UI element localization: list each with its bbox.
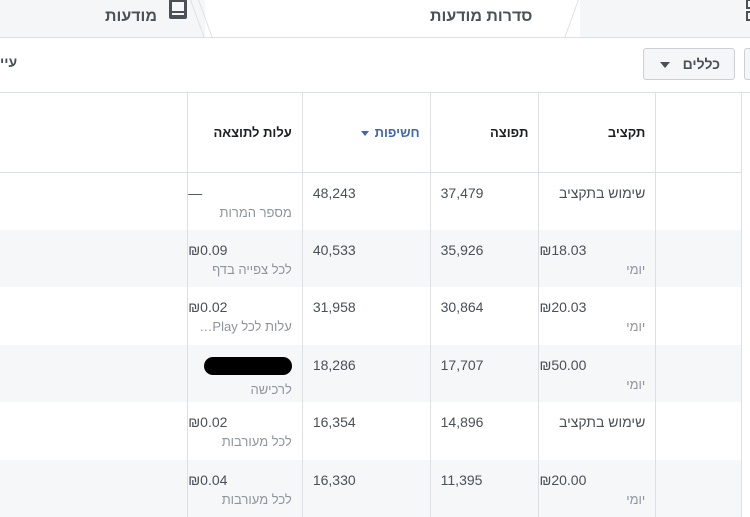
column-header-extra: [656, 93, 742, 172]
column-header-budget[interactable]: תקציב: [539, 93, 656, 172]
table-row[interactable]: ₪0.02לכל מעורבות 16,354 14,896 שימוש בתק…: [0, 402, 742, 460]
cell-blank: [0, 230, 188, 288]
tab-ad-sets[interactable]: סדרות מודעות: [205, 0, 580, 37]
cell-cost-per-result: ₪0.09לכל צפייה בדף: [188, 230, 303, 288]
cell-blank: [0, 287, 188, 345]
cell-reach: 37,479: [430, 172, 539, 230]
table-row[interactable]: ₪0.09לכל צפייה בדף 40,533 35,926 ₪18.03י…: [0, 230, 742, 288]
cell-reach: 17,707: [430, 345, 539, 403]
cell-cost-per-result: ₪0.02עלות לכל ThruPlay: [188, 287, 303, 345]
ad-sets-table: עלות לתוצאה חשיפות תפוצה תקציב —מספר המר…: [0, 93, 742, 517]
columns-button-label: כללים: [683, 56, 720, 72]
cell-impressions: 48,243: [302, 172, 430, 230]
table-row[interactable]: ₪0.04לכל מעורבות 16,330 11,395 ₪20.00יומ…: [0, 460, 742, 517]
grid-icon: [746, 0, 750, 21]
cell-budget: ₪18.03יומי: [539, 230, 656, 288]
toolbar-edge-button[interactable]: [744, 48, 750, 80]
tab-ad-sets-label: סדרות מודעות: [430, 8, 532, 26]
tab-ads[interactable]: מודעות: [0, 0, 200, 37]
cell-cost-per-result: ₪0.02לכל מעורבות: [188, 402, 303, 460]
cell-cost-per-result: —מספר המרות: [188, 172, 303, 230]
cell-budget: ₪50.00יומי: [539, 345, 656, 403]
cell-blank: [0, 402, 188, 460]
cell-cost-per-result: ₪0.04לכל מעורבות: [188, 460, 303, 517]
cell-extra: [656, 172, 742, 230]
cell-blank: [0, 345, 188, 403]
chevron-down-icon: [660, 62, 670, 68]
cell-budget: ₪20.03יומי: [539, 287, 656, 345]
cell-impressions: 31,958: [302, 287, 430, 345]
cell-extra: [656, 287, 742, 345]
column-header-cost-per-result[interactable]: עלות לתוצאה: [188, 93, 303, 172]
cell-budget: ₪20.00יומי: [539, 460, 656, 517]
sort-descending-icon: [361, 131, 369, 136]
cell-extra: [656, 460, 742, 517]
columns-dropdown-button[interactable]: כללים: [643, 48, 735, 80]
cell-budget: שימוש בתקציב: [539, 172, 656, 230]
toolbar: עיי כללים: [0, 38, 750, 93]
table-row[interactable]: לרכישה 18,286 17,707 ₪50.00יומי: [0, 345, 742, 403]
column-header-blank: [0, 93, 188, 172]
cell-reach: 35,926: [430, 230, 539, 288]
table-header-row: עלות לתוצאה חשיפות תפוצה תקציב: [0, 93, 742, 172]
cell-budget: שימוש בתקציב: [539, 402, 656, 460]
cell-impressions: 16,330: [302, 460, 430, 517]
tab-ads-label: מודעות: [105, 8, 157, 26]
cell-blank: [0, 460, 188, 517]
cell-impressions: 40,533: [302, 230, 430, 288]
column-header-reach[interactable]: תפוצה: [430, 93, 539, 172]
cell-impressions: 16,354: [302, 402, 430, 460]
cell-reach: 11,395: [430, 460, 539, 517]
cell-extra: [656, 230, 742, 288]
view-label[interactable]: עיי: [0, 54, 17, 70]
cell-blank: [0, 172, 188, 230]
redacted-value: [204, 357, 292, 375]
tab-bar: מודעות סדרות מודעות: [0, 0, 750, 38]
cell-cost-per-result: לרכישה: [188, 345, 303, 403]
table-row[interactable]: —מספר המרות 48,243 37,479 שימוש בתקציב: [0, 172, 742, 230]
column-header-impressions[interactable]: חשיפות: [302, 93, 430, 172]
cell-reach: 14,896: [430, 402, 539, 460]
cell-reach: 30,864: [430, 287, 539, 345]
cell-impressions: 18,286: [302, 345, 430, 403]
ad-device-icon: [168, 0, 188, 19]
table-row[interactable]: ₪0.02עלות לכל ThruPlay 31,958 30,864 ₪20…: [0, 287, 742, 345]
cell-extra: [656, 345, 742, 403]
cell-extra: [656, 402, 742, 460]
